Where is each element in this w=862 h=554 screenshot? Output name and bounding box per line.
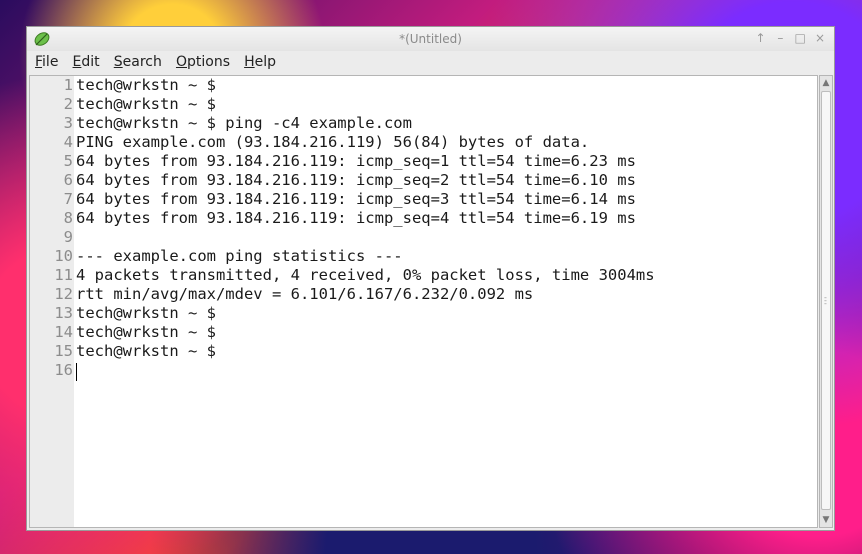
editor-line[interactable]: 5 64 bytes from 93.184.216.119: icmp_seq=… <box>30 152 817 171</box>
line-text: tech@wrkstn ~ $ <box>76 323 216 341</box>
scroll-up-arrow-icon[interactable]: ▲ <box>820 76 832 90</box>
editor-line[interactable]: 2 tech@wrkstn ~ $ <box>30 95 817 114</box>
line-text: tech@wrkstn ~ $ <box>76 76 216 94</box>
shade-button[interactable]: ↑ <box>753 31 769 45</box>
line-number: 9 <box>63 228 73 246</box>
window-title: *(Untitled) <box>399 32 462 46</box>
menu-file[interactable]: File <box>35 51 58 73</box>
line-text: tech@wrkstn ~ $ <box>76 342 216 360</box>
editor-line[interactable]: 1 tech@wrkstn ~ $ <box>30 76 817 95</box>
line-text: 64 bytes from 93.184.216.119: icmp_seq=1… <box>76 152 636 170</box>
line-text: PING example.com (93.184.216.119) 56(84)… <box>76 133 590 151</box>
line-number: 2 <box>63 95 73 113</box>
editor-line[interactable]: 16 <box>30 361 817 380</box>
line-number: 12 <box>54 285 73 303</box>
line-text: rtt min/avg/max/mdev = 6.101/6.167/6.232… <box>76 285 534 303</box>
line-number: 6 <box>63 171 73 189</box>
text-cursor <box>76 363 77 381</box>
line-text: tech@wrkstn ~ $ <box>76 304 216 322</box>
editor-line[interactable]: 3 tech@wrkstn ~ $ ping -c4 example.com <box>30 114 817 133</box>
menu-options[interactable]: Options <box>176 51 230 73</box>
scroll-down-arrow-icon[interactable]: ▼ <box>820 513 832 527</box>
menu-edit[interactable]: Edit <box>73 51 100 73</box>
line-number: 8 <box>63 209 73 227</box>
line-number: 10 <box>54 247 73 265</box>
line-number: 1 <box>63 76 73 94</box>
editor-line[interactable]: 14 tech@wrkstn ~ $ <box>30 323 817 342</box>
editor-line[interactable]: 10 --- example.com ping statistics --- <box>30 247 817 266</box>
line-number: 3 <box>63 114 73 132</box>
line-number: 11 <box>54 266 73 284</box>
line-number: 4 <box>63 133 73 151</box>
line-text: 64 bytes from 93.184.216.119: icmp_seq=2… <box>76 171 636 189</box>
text-editor-area[interactable]: 1 tech@wrkstn ~ $2 tech@wrkstn ~ $3 tech@wr… <box>29 75 818 528</box>
editor-window: *(Untitled) ↑ – □ × File Edit Search Opt… <box>26 26 835 531</box>
editor-line[interactable]: 4 PING example.com (93.184.216.119) 56(84… <box>30 133 817 152</box>
menu-search[interactable]: Search <box>114 51 162 73</box>
menu-bar: File Edit Search Options Help <box>27 51 834 73</box>
line-text: 64 bytes from 93.184.216.119: icmp_seq=4… <box>76 209 636 227</box>
editor-line[interactable]: 9 <box>30 228 817 247</box>
minimize-button[interactable]: – <box>772 31 788 45</box>
close-button[interactable]: × <box>812 31 828 45</box>
line-number: 16 <box>54 361 73 379</box>
editor-line[interactable]: 7 64 bytes from 93.184.216.119: icmp_seq=… <box>30 190 817 209</box>
line-number: 14 <box>54 323 73 341</box>
line-number: 15 <box>54 342 73 360</box>
editor-line[interactable]: 15 tech@wrkstn ~ $ <box>30 342 817 361</box>
line-number: 7 <box>63 190 73 208</box>
vertical-scrollbar[interactable]: ▲ --- ▼ <box>819 75 833 528</box>
editor-line[interactable]: 11 4 packets transmitted, 4 received, 0% … <box>30 266 817 285</box>
line-number: 13 <box>54 304 73 322</box>
line-text: tech@wrkstn ~ $ <box>76 95 216 113</box>
line-text: 64 bytes from 93.184.216.119: icmp_seq=3… <box>76 190 636 208</box>
maximize-button[interactable]: □ <box>792 31 808 45</box>
editor-line[interactable]: 12 rtt min/avg/max/mdev = 6.101/6.167/6.2… <box>30 285 817 304</box>
scrollbar-thumb[interactable]: --- <box>821 91 831 510</box>
text-lines[interactable]: 1 tech@wrkstn ~ $2 tech@wrkstn ~ $3 tech@wr… <box>30 76 817 380</box>
menu-help[interactable]: Help <box>244 51 276 73</box>
line-text: tech@wrkstn ~ $ ping -c4 example.com <box>76 114 412 132</box>
editor-line[interactable]: 6 64 bytes from 93.184.216.119: icmp_seq=… <box>30 171 817 190</box>
line-text: 4 packets transmitted, 4 received, 0% pa… <box>76 266 655 284</box>
editor-line[interactable]: 13 tech@wrkstn ~ $ <box>30 304 817 323</box>
line-number: 5 <box>63 152 73 170</box>
grip-icon: --- <box>824 293 827 308</box>
editor-line[interactable]: 8 64 bytes from 93.184.216.119: icmp_seq=… <box>30 209 817 228</box>
title-bar[interactable]: *(Untitled) ↑ – □ × <box>27 27 834 51</box>
line-text: --- example.com ping statistics --- <box>76 247 403 265</box>
